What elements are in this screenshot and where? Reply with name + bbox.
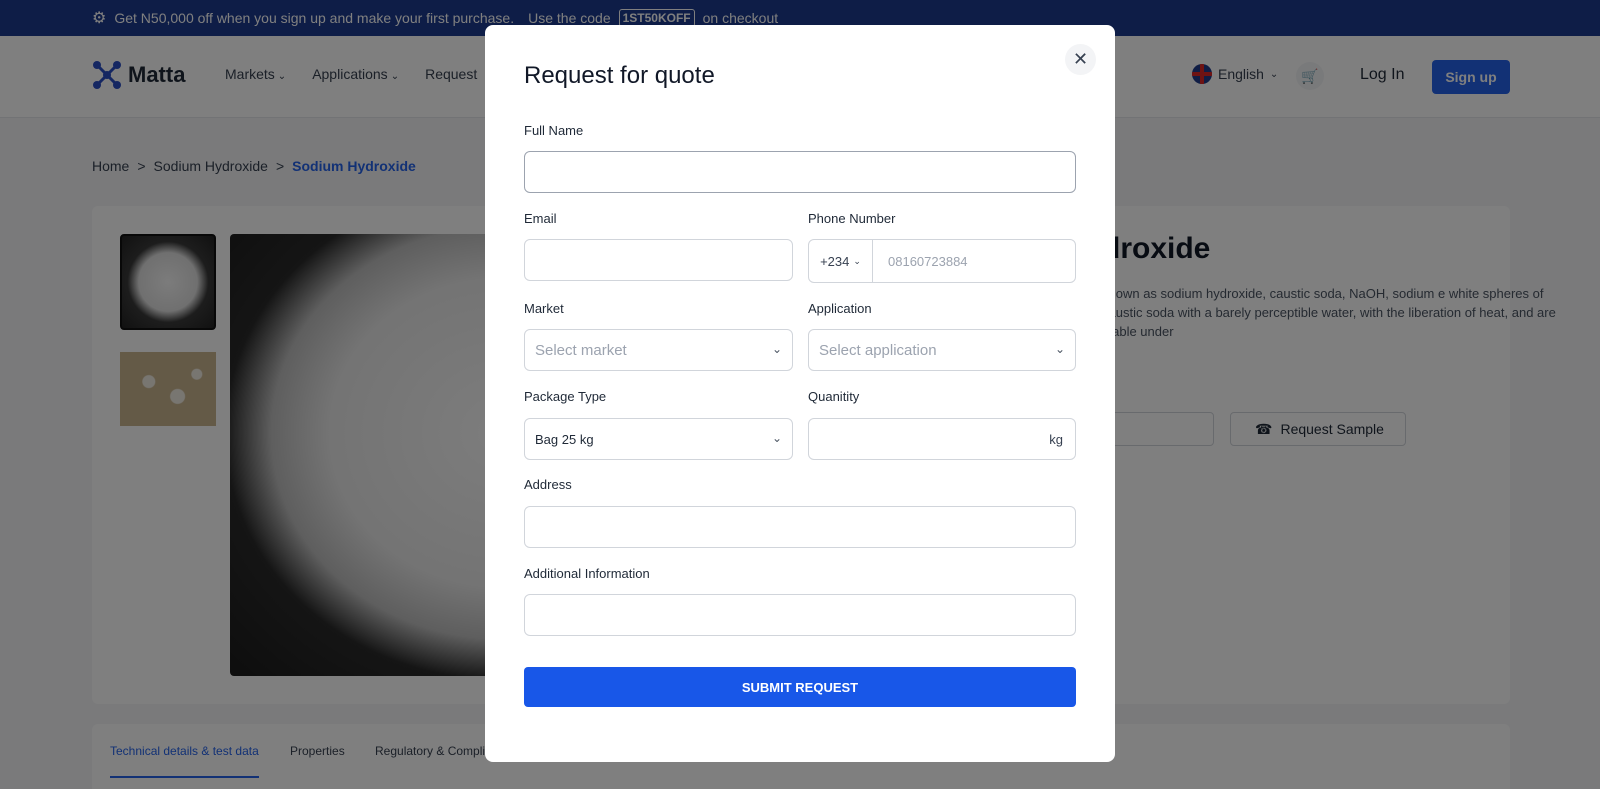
phone-label: Phone Number [808, 211, 896, 226]
phone-number-input[interactable]: 08160723884 [873, 254, 968, 269]
submit-request-button[interactable]: SUBMIT REQUEST [524, 667, 1076, 707]
phone-code-value: +234 [820, 253, 850, 269]
package-type-value: Bag 25 kg [535, 431, 594, 447]
application-label: Application [808, 301, 872, 316]
full-name-input[interactable] [524, 151, 1076, 193]
market-placeholder: Select market [535, 341, 627, 359]
application-select[interactable]: Select application ⌄ [808, 329, 1076, 371]
email-input[interactable] [524, 239, 793, 281]
additional-info-label: Additional Information [524, 566, 650, 581]
quantity-unit: kg [1049, 431, 1063, 447]
application-placeholder: Select application [819, 341, 937, 359]
quantity-label: Quanitity [808, 389, 860, 404]
package-type-label: Package Type [524, 389, 607, 404]
full-name-label: Full Name [524, 123, 584, 138]
request-quote-modal: ✕ Request for quote Full Name Email Phon… [485, 25, 1115, 762]
chevron-down-icon: ⌄ [771, 431, 782, 445]
quantity-input[interactable]: kg [808, 418, 1076, 460]
modal-title: Request for quote [524, 62, 715, 89]
package-type-select[interactable]: Bag 25 kg ⌄ [524, 418, 793, 460]
email-label: Email [524, 211, 557, 226]
address-label: Address [524, 477, 572, 492]
address-input[interactable] [524, 506, 1076, 548]
phone-country-code-select[interactable]: +234 ⌄ [809, 240, 873, 282]
phone-field: +234 ⌄ 08160723884 [808, 239, 1076, 283]
additional-info-input[interactable] [524, 594, 1076, 636]
chevron-down-icon: ⌄ [853, 255, 861, 266]
close-icon[interactable]: ✕ [1065, 44, 1096, 75]
market-label: Market [524, 301, 564, 316]
market-select[interactable]: Select market ⌄ [524, 329, 793, 371]
chevron-down-icon: ⌄ [771, 342, 782, 356]
chevron-down-icon: ⌄ [1054, 342, 1065, 356]
